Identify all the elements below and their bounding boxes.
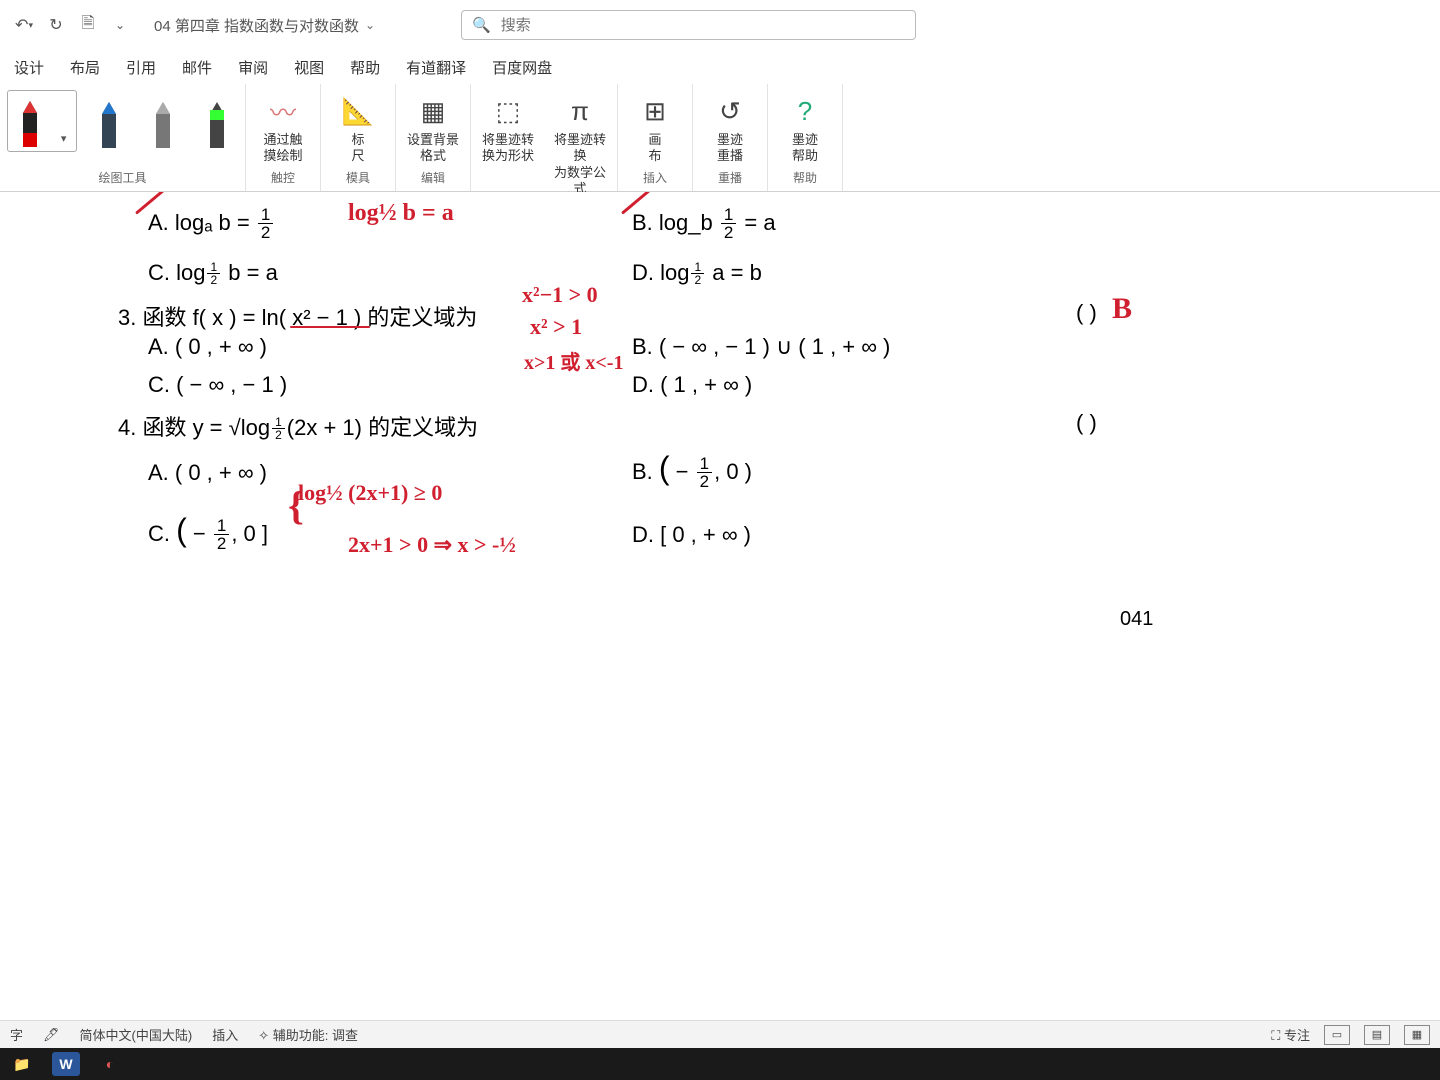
q3-option-a: A. ( 0 , + ∞ ) [148, 334, 267, 360]
qat-customize[interactable]: ⌄ [104, 9, 136, 41]
ribbon-tabs: 设计 布局 引用 邮件 审阅 视图 帮助 有道翻译 百度网盘 [0, 50, 1440, 84]
undo-button[interactable]: ↶▾ [8, 9, 40, 41]
status-word-icon: 字 [10, 1025, 23, 1044]
ribbon-group-convert: ⬚ 将墨迹转 换为形状 π 将墨迹转换 为数学公式 转换 [471, 84, 618, 191]
group-label: 编辑 [421, 169, 445, 189]
q4-stem: 4. 函数 y = √log12(2x + 1) 的定义域为 [118, 410, 478, 442]
ink-answer: B [1112, 292, 1132, 326]
q4-option-b: B. ( − 12, 0 ) [632, 450, 752, 492]
group-label: 插入 [643, 169, 667, 189]
ink-help-button[interactable]: ? 墨迹 帮助 [774, 90, 836, 165]
tab-layout[interactable]: 布局 [68, 53, 102, 82]
q3-paren: ( ) [1076, 300, 1097, 326]
q3-option-d: D. ( 1 , + ∞ ) [632, 372, 752, 398]
status-mode[interactable]: 插入 [212, 1025, 238, 1044]
document-canvas[interactable]: A. logₐ b = 12 B. log_b 12 = a C. log12 … [0, 192, 1440, 990]
view-web-button[interactable]: ▦ [1404, 1025, 1430, 1045]
ribbon-group-tools: 📐 标 尺 模具 [321, 84, 396, 191]
ink-annotation: x²−1 > 0 [522, 282, 598, 308]
tab-youdao[interactable]: 有道翻译 [404, 53, 468, 82]
ink-annotation: log½ (2x+1) ≥ 0 [298, 480, 442, 506]
grid-icon: ▦ [416, 94, 450, 128]
ribbon-group-insert: ⊞ 画 布 插入 [618, 84, 693, 191]
pen-gray[interactable] [141, 90, 185, 152]
status-accessibility[interactable]: ✧ 辅助功能: 调查 [258, 1025, 358, 1044]
tab-help[interactable]: 帮助 [348, 53, 382, 82]
ribbon: ▾ 绘图工具 〰 通过触 摸绘制 触控 📐 标 尺 模具 ▦ [0, 84, 1440, 192]
redo-button[interactable]: ↻ [40, 9, 72, 41]
q3-option-b: B. ( − ∞ , − 1 ) ∪ ( 1 , + ∞ ) [632, 334, 890, 360]
document-page: A. logₐ b = 12 B. log_b 12 = a C. log12 … [0, 192, 1440, 990]
tab-review[interactable]: 审阅 [236, 53, 270, 82]
q2-option-c: C. log12 b = a [148, 260, 278, 287]
view-read-button[interactable]: ▭ [1324, 1025, 1350, 1045]
ink-to-math-button[interactable]: π 将墨迹转换 为数学公式 [549, 90, 611, 197]
group-label: 模具 [346, 169, 370, 189]
view-print-button[interactable]: ▤ [1364, 1025, 1390, 1045]
canvas-button[interactable]: ⊞ 画 布 [624, 90, 686, 165]
group-label: 帮助 [793, 169, 817, 189]
search-box[interactable]: 🔍 [461, 10, 916, 40]
ink-replay-button[interactable]: ↺ 墨迹 重播 [699, 90, 761, 165]
title-bar: ↶▾ ↻ 🗎 ⌄ 04 第四章 指数函数与对数函数 ⌄ 🔍 [0, 0, 1440, 50]
ribbon-group-replay: ↺ 墨迹 重播 重播 [693, 84, 768, 191]
ink-brace: { [288, 482, 304, 529]
ink-annotation: x² > 1 [530, 314, 582, 340]
status-language[interactable]: 简体中文(中国大陆) [80, 1025, 193, 1044]
pen-blue[interactable] [87, 90, 131, 152]
ink-annotation: x>1 或 x<-1 [524, 346, 623, 375]
ruler-icon: 📐 [341, 94, 375, 128]
chevron-down-icon: ⌄ [365, 18, 375, 32]
autosave-icon[interactable]: 🗎 [72, 9, 104, 41]
chevron-down-icon: ▾ [61, 132, 67, 151]
help-icon: ? [788, 94, 822, 128]
status-spellcheck-icon[interactable]: 🖊 [43, 1027, 60, 1043]
ribbon-group-edit: ▦ 设置背景 格式 编辑 [396, 84, 471, 191]
pi-icon: π [563, 94, 597, 128]
q4-option-a: A. ( 0 , + ∞ ) [148, 460, 267, 486]
tab-mailings[interactable]: 邮件 [180, 53, 214, 82]
ribbon-group-drawtools: ▾ 绘图工具 [0, 84, 246, 191]
ribbon-group-help: ? 墨迹 帮助 帮助 [768, 84, 843, 191]
ribbon-group-touch: 〰 通过触 摸绘制 触控 [246, 84, 321, 191]
taskbar-app[interactable]: ◐ [88, 1048, 132, 1080]
shape-icon: ⬚ [491, 94, 525, 128]
q2-option-d: D. log12 a = b [632, 260, 762, 287]
q4-option-c: C. ( − 12, 0 ] [148, 512, 268, 554]
replay-icon: ↺ [713, 94, 747, 128]
search-input[interactable] [501, 17, 905, 34]
taskbar-word[interactable]: W [44, 1048, 88, 1080]
group-label: 触控 [271, 169, 295, 189]
taskbar-explorer[interactable]: 📁 [0, 1048, 44, 1080]
q2-option-b: B. log_b 12 = a [632, 206, 776, 243]
taskbar: 📁 W ◐ [0, 1048, 1440, 1080]
status-bar: 字 🖊 简体中文(中国大陆) 插入 ✧ 辅助功能: 调查 ⛶ 专注 ▭ ▤ ▦ [0, 1020, 1440, 1048]
group-label: 绘图工具 [98, 169, 146, 189]
tab-baidu[interactable]: 百度网盘 [490, 53, 554, 82]
q2-option-a: A. logₐ b = 12 [148, 206, 275, 243]
q3-option-c: C. ( − ∞ , − 1 ) [148, 372, 287, 398]
group-label: 重播 [718, 169, 742, 189]
highlighter-green[interactable] [195, 90, 239, 152]
draw-with-touch-button[interactable]: 〰 通过触 摸绘制 [252, 90, 314, 165]
focus-mode-button[interactable]: ⛶ 专注 [1271, 1025, 1310, 1044]
ruler-button[interactable]: 📐 标 尺 [327, 90, 389, 165]
tab-view[interactable]: 视图 [292, 53, 326, 82]
search-icon: 🔍 [472, 16, 491, 34]
touch-icon: 〰 [266, 94, 300, 128]
pen-red-selected[interactable]: ▾ [7, 90, 77, 152]
document-title[interactable]: 04 第四章 指数函数与对数函数 ⌄ [154, 15, 375, 36]
ink-annotation: log½ b = a [348, 200, 454, 227]
canvas-icon: ⊞ [638, 94, 672, 128]
page-number: 041 [1120, 608, 1153, 631]
q4-option-d: D. [ 0 , + ∞ ) [632, 522, 751, 548]
q4-paren: ( ) [1076, 410, 1097, 436]
ink-underline [290, 326, 370, 328]
ink-annotation: 2x+1 > 0 ⇒ x > -½ [348, 532, 516, 558]
ink-to-shape-button[interactable]: ⬚ 将墨迹转 换为形状 [477, 90, 539, 165]
tab-references[interactable]: 引用 [124, 53, 158, 82]
tab-design[interactable]: 设计 [12, 53, 46, 82]
format-background-button[interactable]: ▦ 设置背景 格式 [402, 90, 464, 165]
